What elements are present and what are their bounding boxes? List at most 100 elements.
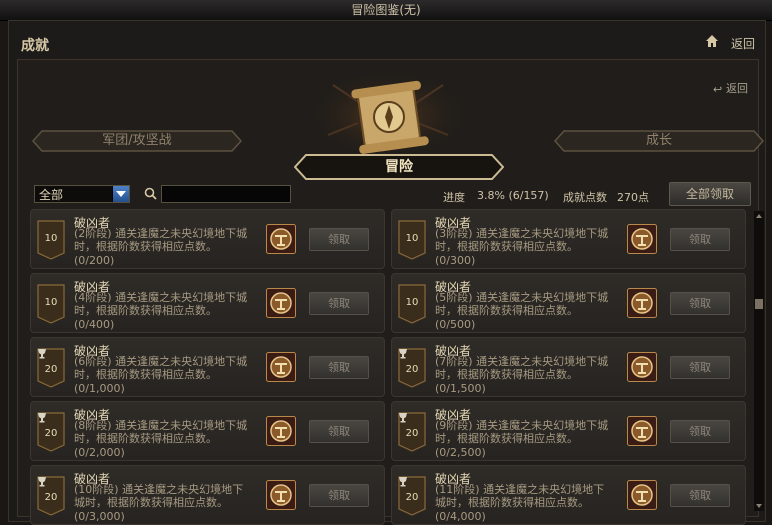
achievement-description: (4阶段) 通关逢魔之未央幻境地下城时，根据阶数获得相应点数。: [74, 291, 248, 317]
reward-emblem-icon[interactable]: [266, 224, 296, 254]
achievement-description: (8阶段) 通关逢魔之未央幻境地下城时，根据阶数获得相应点数。: [74, 419, 248, 445]
achievement-card: 10 破凶者 (2阶段) 通关逢魔之未央幻境地下城时，根据阶数获得相应点数。 (0/2…: [30, 209, 385, 269]
reward-emblem-icon[interactable]: [627, 416, 657, 446]
tab-adventure[interactable]: 冒险: [294, 154, 504, 180]
trophy-icon: [399, 477, 407, 487]
achievement-progress: (0/1,000): [74, 382, 125, 395]
header: 成就 返回: [9, 21, 765, 61]
category-dropdown[interactable]: 全部: [34, 185, 130, 203]
achievement-badge: 10: [37, 220, 65, 260]
category-dropdown-value: 全部: [39, 188, 64, 202]
achievement-badge: 20: [37, 476, 65, 516]
claim-button[interactable]: 领取: [670, 228, 730, 251]
achievement-points: 20: [44, 428, 58, 439]
progress-value: 3.8% (6/157): [477, 189, 549, 202]
window-title: 冒险图鉴(无): [0, 0, 772, 21]
tab-legion-raid-label: 军团/攻坚战: [102, 133, 172, 148]
achievement-progress: (0/400): [74, 318, 115, 331]
tab-adventure-label: 冒险: [385, 159, 413, 175]
trophy-icon: [399, 413, 407, 423]
achievement-card: 20 破凶者 (8阶段) 通关逢魔之未央幻境地下城时，根据阶数获得相应点数。 (0/2…: [30, 401, 385, 461]
scroll-up-icon[interactable]: [754, 211, 764, 221]
search-input[interactable]: [161, 185, 291, 203]
achievement-progress: (0/300): [435, 254, 476, 267]
claim-button[interactable]: 领取: [309, 292, 369, 315]
achievement-progress: (0/2,000): [74, 446, 125, 459]
claim-button[interactable]: 领取: [670, 484, 730, 507]
tab-growth[interactable]: 成长: [554, 130, 764, 152]
achievement-points: 20: [405, 428, 419, 439]
points-value: 270点: [617, 191, 649, 204]
achievement-badge: 20: [398, 412, 426, 452]
claim-button[interactable]: 领取: [670, 356, 730, 379]
trophy-icon: [38, 349, 46, 359]
achievement-points: 10: [44, 297, 58, 308]
achievement-points: 20: [44, 492, 58, 503]
achievement-points: 20: [405, 364, 419, 375]
achievement-window: 成就 返回 ↩ 返回 军团/攻坚战 冒险 成长 全部 进度 3.8% (6/15…: [8, 20, 766, 525]
dropdown-arrow-icon[interactable]: [112, 186, 129, 202]
achievement-card: 10 破凶者 (5阶段) 通关逢魔之未央幻境地下城时，根据阶数获得相应点数。 (0/5…: [391, 273, 746, 333]
achievement-panel: ↩ 返回 军团/攻坚战 冒险 成长 全部 进度 3.8% (6/157) 成就点…: [17, 59, 764, 525]
home-icon[interactable]: [705, 34, 719, 48]
return-button[interactable]: 返回: [731, 35, 755, 52]
achievement-points: 20: [44, 364, 58, 375]
achievement-progress: (0/2,500): [435, 446, 486, 459]
progress-label: 进度: [443, 191, 465, 204]
achievement-points: 10: [405, 233, 419, 244]
achievement-progress: (0/1,500): [435, 382, 486, 395]
achievement-card: 20 破凶者 (11阶段) 通关逢魔之未央幻境地下城时，根据阶数获得相应点数。 (0/…: [391, 465, 746, 525]
scroll-compass-emblem-icon: [303, 67, 473, 160]
achievement-description: (2阶段) 通关逢魔之未央幻境地下城时，根据阶数获得相应点数。: [74, 227, 248, 253]
scrollbar[interactable]: [754, 211, 764, 511]
claim-button[interactable]: 领取: [309, 356, 369, 379]
achievement-description: (9阶段) 通关逢魔之未央幻境地下城时，根据阶数获得相应点数。: [435, 419, 609, 445]
reward-emblem-icon[interactable]: [627, 224, 657, 254]
claim-button[interactable]: 领取: [670, 420, 730, 443]
achievement-progress: (0/500): [435, 318, 476, 331]
claim-button[interactable]: 领取: [309, 228, 369, 251]
achievement-description: (11阶段) 通关逢魔之未央幻境地下城时，根据阶数获得相应点数。: [435, 483, 605, 509]
reward-emblem-icon[interactable]: [627, 352, 657, 382]
achievement-description: (6阶段) 通关逢魔之未央幻境地下城时，根据阶数获得相应点数。: [74, 355, 248, 381]
page-title: 成就: [21, 38, 49, 54]
reward-emblem-icon[interactable]: [627, 288, 657, 318]
trophy-icon: [399, 349, 407, 359]
achievement-points: 10: [405, 297, 419, 308]
sub-return-button[interactable]: 返回: [726, 80, 748, 96]
reward-emblem-icon[interactable]: [266, 416, 296, 446]
achievement-description: (5阶段) 通关逢魔之未央幻境地下城时，根据阶数获得相应点数。: [435, 291, 609, 317]
achievement-list: 10 破凶者 (2阶段) 通关逢魔之未央幻境地下城时，根据阶数获得相应点数。 (0/2…: [30, 209, 754, 525]
claim-button[interactable]: 领取: [309, 484, 369, 507]
reward-emblem-icon[interactable]: [266, 480, 296, 510]
scrollbar-thumb[interactable]: [755, 299, 763, 309]
achievement-card: 20 破凶者 (10阶段) 通关逢魔之未央幻境地下城时，根据阶数获得相应点数。 (0/…: [30, 465, 385, 525]
achievement-card: 20 破凶者 (9阶段) 通关逢魔之未央幻境地下城时，根据阶数获得相应点数。 (0/2…: [391, 401, 746, 461]
reward-emblem-icon[interactable]: [266, 288, 296, 318]
tab-growth-label: 成长: [645, 133, 672, 148]
achievement-badge: 10: [37, 284, 65, 324]
achievement-badge: 20: [398, 476, 426, 516]
achievement-points: 10: [44, 233, 58, 244]
achievement-badge: 10: [398, 220, 426, 260]
claim-all-button[interactable]: 全部领取: [669, 182, 751, 206]
achievement-card: 20 破凶者 (7阶段) 通关逢魔之未央幻境地下城时，根据阶数获得相应点数。 (0/1…: [391, 337, 746, 397]
achievement-badge: 20: [37, 348, 65, 388]
achievement-badge: 10: [398, 284, 426, 324]
reward-emblem-icon[interactable]: [627, 480, 657, 510]
achievement-card: 20 破凶者 (6阶段) 通关逢魔之未央幻境地下城时，根据阶数获得相应点数。 (0/1…: [30, 337, 385, 397]
scroll-down-icon[interactable]: [754, 501, 764, 511]
achievement-progress: (0/200): [74, 254, 115, 267]
return-arrow-icon: ↩: [713, 83, 723, 96]
achievement-description: (7阶段) 通关逢魔之未央幻境地下城时，根据阶数获得相应点数。: [435, 355, 609, 381]
achievement-progress: (0/4,000): [435, 510, 486, 523]
achievement-card: 10 破凶者 (4阶段) 通关逢魔之未央幻境地下城时，根据阶数获得相应点数。 (0/4…: [30, 273, 385, 333]
achievement-description: (3阶段) 通关逢魔之未央幻境地下城时，根据阶数获得相应点数。: [435, 227, 609, 253]
achievement-badge: 20: [37, 412, 65, 452]
tab-legion-raid[interactable]: 军团/攻坚战: [32, 130, 242, 152]
trophy-icon: [38, 477, 46, 487]
claim-button[interactable]: 领取: [309, 420, 369, 443]
claim-button[interactable]: 领取: [670, 292, 730, 315]
reward-emblem-icon[interactable]: [266, 352, 296, 382]
achievement-badge: 20: [398, 348, 426, 388]
